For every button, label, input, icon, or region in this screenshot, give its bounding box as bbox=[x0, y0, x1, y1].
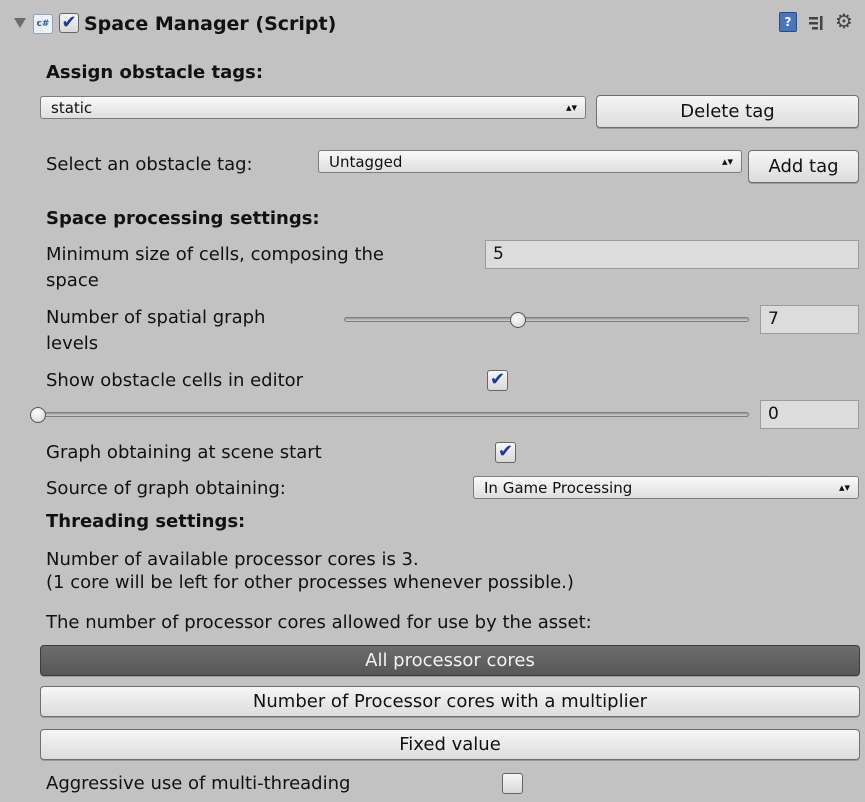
dropdown-arrows-icon: ▴▾ bbox=[838, 481, 850, 494]
graph-levels-slider-handle[interactable] bbox=[510, 312, 527, 328]
select-tag-label: Select an obstacle tag: bbox=[46, 154, 253, 175]
aggressive-threading-checkbox[interactable]: ✔ bbox=[502, 773, 523, 794]
threading-heading: Threading settings: bbox=[46, 511, 246, 532]
graph-source-dropdown[interactable]: In Game Processing ▴▾ bbox=[473, 476, 859, 499]
component-enabled-checkbox[interactable]: ✔ bbox=[59, 13, 79, 33]
help-book-icon[interactable]: ? bbox=[779, 12, 797, 32]
obstacle-tag-value: Untagged bbox=[329, 153, 403, 171]
tag-list-value: static bbox=[51, 99, 93, 117]
graph-start-checkbox[interactable]: ✔ bbox=[495, 442, 516, 463]
show-cells-checkbox[interactable]: ✔ bbox=[487, 370, 508, 391]
graph-levels-label-line1: Number of spatial graph bbox=[46, 307, 266, 328]
component-title: Space Manager (Script) bbox=[84, 13, 337, 35]
add-tag-button[interactable]: Add tag bbox=[748, 150, 859, 183]
csharp-script-icon: c# bbox=[33, 14, 53, 34]
aggressive-threading-label: Aggressive use of multi-threading bbox=[46, 773, 351, 794]
obstacle-tag-dropdown[interactable]: Untagged ▴▾ bbox=[318, 150, 742, 173]
graph-source-value: In Game Processing bbox=[484, 479, 633, 497]
multiplier-cores-option-button[interactable]: Number of Processor cores with a multipl… bbox=[40, 686, 860, 717]
tag-list-dropdown[interactable]: static ▴▾ bbox=[40, 96, 586, 119]
cores-info-line1: Number of available processor cores is 3… bbox=[46, 549, 419, 570]
graph-source-label: Source of graph obtaining: bbox=[46, 478, 286, 499]
gear-icon[interactable]: ⚙ bbox=[835, 10, 853, 32]
cells-slider-field[interactable]: 0 bbox=[760, 400, 859, 429]
graph-levels-label-line2: levels bbox=[46, 333, 99, 354]
cells-slider-handle[interactable] bbox=[30, 407, 46, 423]
assign-tags-heading: Assign obstacle tags: bbox=[46, 62, 264, 83]
min-cell-size-field[interactable]: 5 bbox=[485, 240, 859, 269]
dropdown-arrows-icon: ▴▾ bbox=[721, 155, 733, 168]
min-cell-size-label-line1: Minimum size of cells, composing the bbox=[46, 244, 384, 265]
min-cell-size-label-line2: space bbox=[46, 270, 99, 291]
cells-slider-track[interactable] bbox=[38, 412, 749, 417]
show-cells-label: Show obstacle cells in editor bbox=[46, 370, 304, 391]
fixed-value-option-button[interactable]: Fixed value bbox=[40, 729, 860, 760]
dropdown-arrows-icon: ▴▾ bbox=[565, 101, 577, 114]
presets-icon[interactable] bbox=[807, 13, 827, 33]
graph-start-label: Graph obtaining at scene start bbox=[46, 442, 322, 463]
graph-levels-field[interactable]: 7 bbox=[760, 305, 859, 334]
delete-tag-button[interactable]: Delete tag bbox=[596, 95, 859, 128]
foldout-arrow-icon[interactable] bbox=[14, 18, 26, 28]
cores-info-line2: (1 core will be left for other processes… bbox=[46, 572, 574, 593]
cores-allowed-label: The number of processor cores allowed fo… bbox=[46, 612, 592, 633]
csharp-icon-label: c# bbox=[36, 19, 50, 29]
all-cores-option-button[interactable]: All processor cores bbox=[40, 645, 860, 676]
graph-levels-slider-track[interactable] bbox=[344, 317, 749, 322]
space-settings-heading: Space processing settings: bbox=[46, 208, 320, 229]
